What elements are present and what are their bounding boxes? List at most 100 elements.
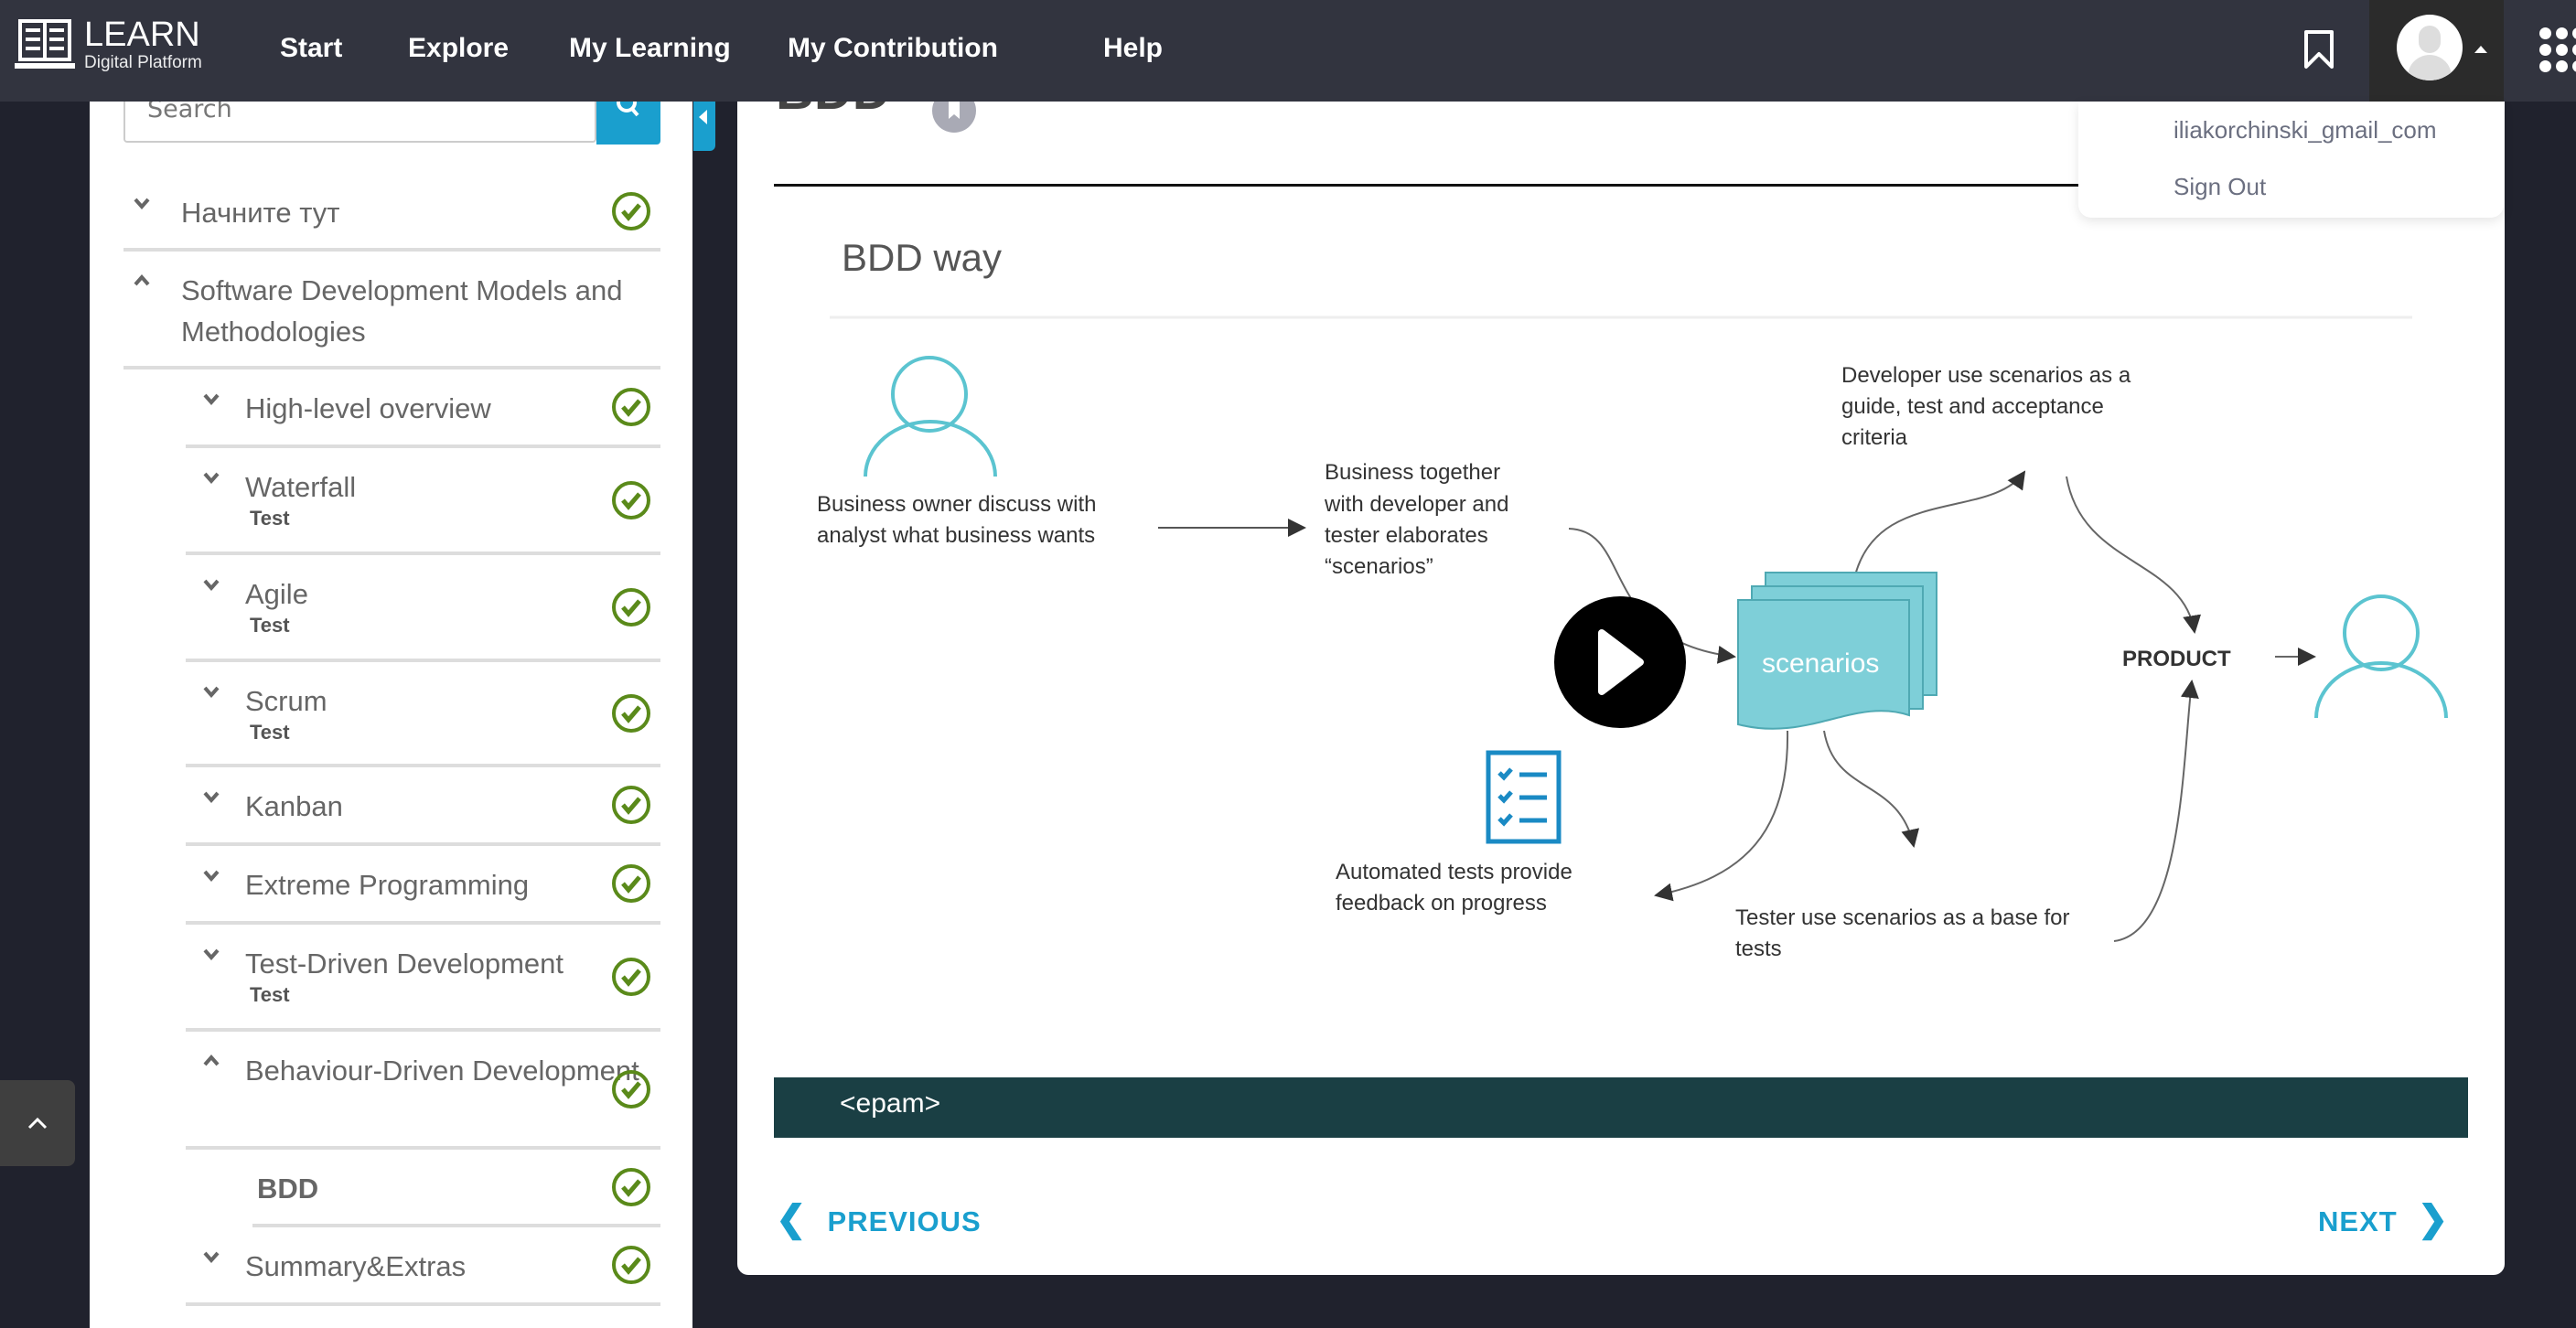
sidebar-item-sublabel: Test xyxy=(250,614,290,637)
svg-text:Tester use scenarios as a base: Tester use scenarios as a base for xyxy=(1735,905,2070,930)
check-circle-icon xyxy=(612,1069,650,1108)
end-user-icon xyxy=(2314,594,2448,719)
check-circle-icon xyxy=(612,388,650,426)
automated-text: Automated tests provide feedback on progr… xyxy=(1336,860,1572,916)
play-button[interactable] xyxy=(1554,596,1686,728)
sidebar-item-label: Agile xyxy=(245,578,308,610)
sidebar-item[interactable]: Начните тут xyxy=(123,174,660,252)
sidebar-item[interactable]: Agile Test xyxy=(186,555,660,662)
book-icon xyxy=(15,19,75,69)
sidebar-item-label: Extreme Programming xyxy=(245,869,530,901)
scroll-to-top-button[interactable] xyxy=(0,1080,75,1166)
previous-button[interactable]: ❮ PREVIOUS xyxy=(776,1198,982,1240)
sidebar-item-label: Начните тут xyxy=(181,197,340,229)
check-circle-icon xyxy=(612,480,650,519)
svg-text:with developer and: with developer and xyxy=(1324,492,1508,517)
sidebar-item[interactable]: Summary&Extras xyxy=(186,1227,660,1306)
svg-text:guide, test and acceptance: guide, test and acceptance xyxy=(1841,394,2104,419)
sidebar-item-sublabel: Test xyxy=(250,507,290,530)
sidebar-item-label: BDD xyxy=(257,1173,319,1205)
next-button[interactable]: NEXT ❯ xyxy=(2318,1198,2449,1240)
check-circle-icon xyxy=(612,191,650,230)
chevron-down-icon[interactable] xyxy=(133,194,151,212)
sidebar-item-label: Kanban xyxy=(245,790,343,822)
epam-logo: <epam> xyxy=(774,1077,2468,1138)
svg-text:“scenarios”: “scenarios” xyxy=(1325,554,1433,579)
nav-start[interactable]: Start xyxy=(280,33,342,64)
svg-text:tests: tests xyxy=(1735,937,1782,961)
title-divider xyxy=(774,184,2078,187)
caret-up-icon xyxy=(2474,46,2487,53)
sidebar-item[interactable]: Waterfall Test xyxy=(186,448,660,555)
video-player[interactable]: BDD way Business owner discuss with analy… xyxy=(774,210,2468,1138)
check-circle-icon xyxy=(612,864,650,903)
nav-explore[interactable]: Explore xyxy=(408,33,509,64)
sidebar-item-label: Summary&Extras xyxy=(245,1250,467,1282)
user-dropdown: iliakorchinski_gmail_com Sign Out xyxy=(2078,102,2504,218)
sidebar-item-label: High-level overview xyxy=(245,392,491,424)
chevron-left-icon: ❮ xyxy=(776,1199,808,1239)
course-tree: Начните тут Software Development Models a… xyxy=(123,174,660,1306)
sidebar-item-label: Software Development Models and Methodol… xyxy=(181,274,623,348)
next-label: NEXT xyxy=(2318,1205,2398,1237)
chevron-down-icon[interactable] xyxy=(202,1248,220,1266)
sidebar-item[interactable]: Extreme Programming xyxy=(186,846,660,925)
owner-text: Business owner discuss with analyst what … xyxy=(817,492,1096,548)
flow-arrows xyxy=(1568,470,2316,942)
sidebar-item[interactable]: Behaviour-Driven Development xyxy=(186,1032,660,1150)
chevron-up-icon[interactable] xyxy=(133,272,151,290)
sidebar-item[interactable]: High-level overview xyxy=(186,369,660,448)
chevron-right-icon: ❯ xyxy=(2417,1199,2450,1239)
logo[interactable]: LEARN Digital Platform xyxy=(15,16,202,73)
svg-text:Business owner discuss with: Business owner discuss with xyxy=(817,492,1096,517)
sidebar-item[interactable]: Test-Driven Development Test xyxy=(186,925,660,1032)
sidebar-item-label: Test-Driven Development xyxy=(245,948,564,980)
chevron-down-icon[interactable] xyxy=(202,945,220,963)
chevron-down-icon[interactable] xyxy=(202,682,220,701)
top-nav: LEARN Digital Platform Start Explore My L… xyxy=(0,0,2576,102)
previous-label: PREVIOUS xyxy=(827,1205,982,1237)
svg-text:Automated tests provide: Automated tests provide xyxy=(1336,860,1572,884)
scenarios-label: scenarios xyxy=(1762,648,1879,679)
check-circle-icon xyxy=(612,587,650,627)
check-circle-icon xyxy=(612,1246,650,1284)
nav-my-learning[interactable]: My Learning xyxy=(569,33,731,64)
sidebar-item[interactable]: BDD xyxy=(252,1150,660,1227)
check-circle-icon xyxy=(612,1167,650,1206)
svg-text:criteria: criteria xyxy=(1841,425,1908,450)
chevron-down-icon[interactable] xyxy=(202,575,220,594)
sidebar-item-sublabel: Test xyxy=(250,983,290,1006)
check-circle-icon xyxy=(612,693,650,733)
chevron-down-icon[interactable] xyxy=(202,390,220,408)
checklist-icon xyxy=(1486,750,1562,844)
business-owner-icon xyxy=(864,356,997,477)
svg-text:analyst what business wants: analyst what business wants xyxy=(817,523,1095,548)
chevron-down-icon[interactable] xyxy=(202,468,220,487)
svg-text:tester elaborates: tester elaborates xyxy=(1325,523,1488,548)
user-menu-toggle[interactable] xyxy=(2369,0,2504,102)
svg-text:Developer use scenarios as a: Developer use scenarios as a xyxy=(1841,363,2131,388)
username: iliakorchinski_gmail_com xyxy=(2174,116,2437,144)
svg-text:Business together: Business together xyxy=(1325,460,1500,485)
sign-out-link[interactable]: Sign Out xyxy=(2174,173,2266,201)
sidebar-item[interactable]: Scrum Test xyxy=(186,662,660,767)
nav-help[interactable]: Help xyxy=(1103,33,1163,64)
sidebar-item[interactable]: Kanban xyxy=(186,767,660,846)
sidebar-item[interactable]: Software Development Models and Methodol… xyxy=(123,252,660,369)
logo-subtitle: Digital Platform xyxy=(84,53,202,72)
nav-my-contribution[interactable]: My Contribution xyxy=(788,33,998,64)
bookmark-icon[interactable] xyxy=(2303,29,2334,70)
check-circle-icon xyxy=(612,786,650,824)
chevron-up-icon[interactable] xyxy=(202,1052,220,1070)
avatar xyxy=(2397,15,2463,80)
chevron-down-icon[interactable] xyxy=(202,866,220,884)
check-circle-icon xyxy=(612,957,650,996)
chevron-up-icon xyxy=(27,1117,48,1130)
apps-grid-icon[interactable] xyxy=(2539,27,2576,72)
sidebar-item-sublabel: Test xyxy=(250,721,290,744)
sidebar-item-label: Scrum xyxy=(245,685,327,717)
logo-title: LEARN xyxy=(84,16,200,54)
svg-text:feedback on progress: feedback on progress xyxy=(1336,891,1547,916)
chevron-down-icon[interactable] xyxy=(202,787,220,806)
slide-title: BDD way xyxy=(842,236,1002,279)
